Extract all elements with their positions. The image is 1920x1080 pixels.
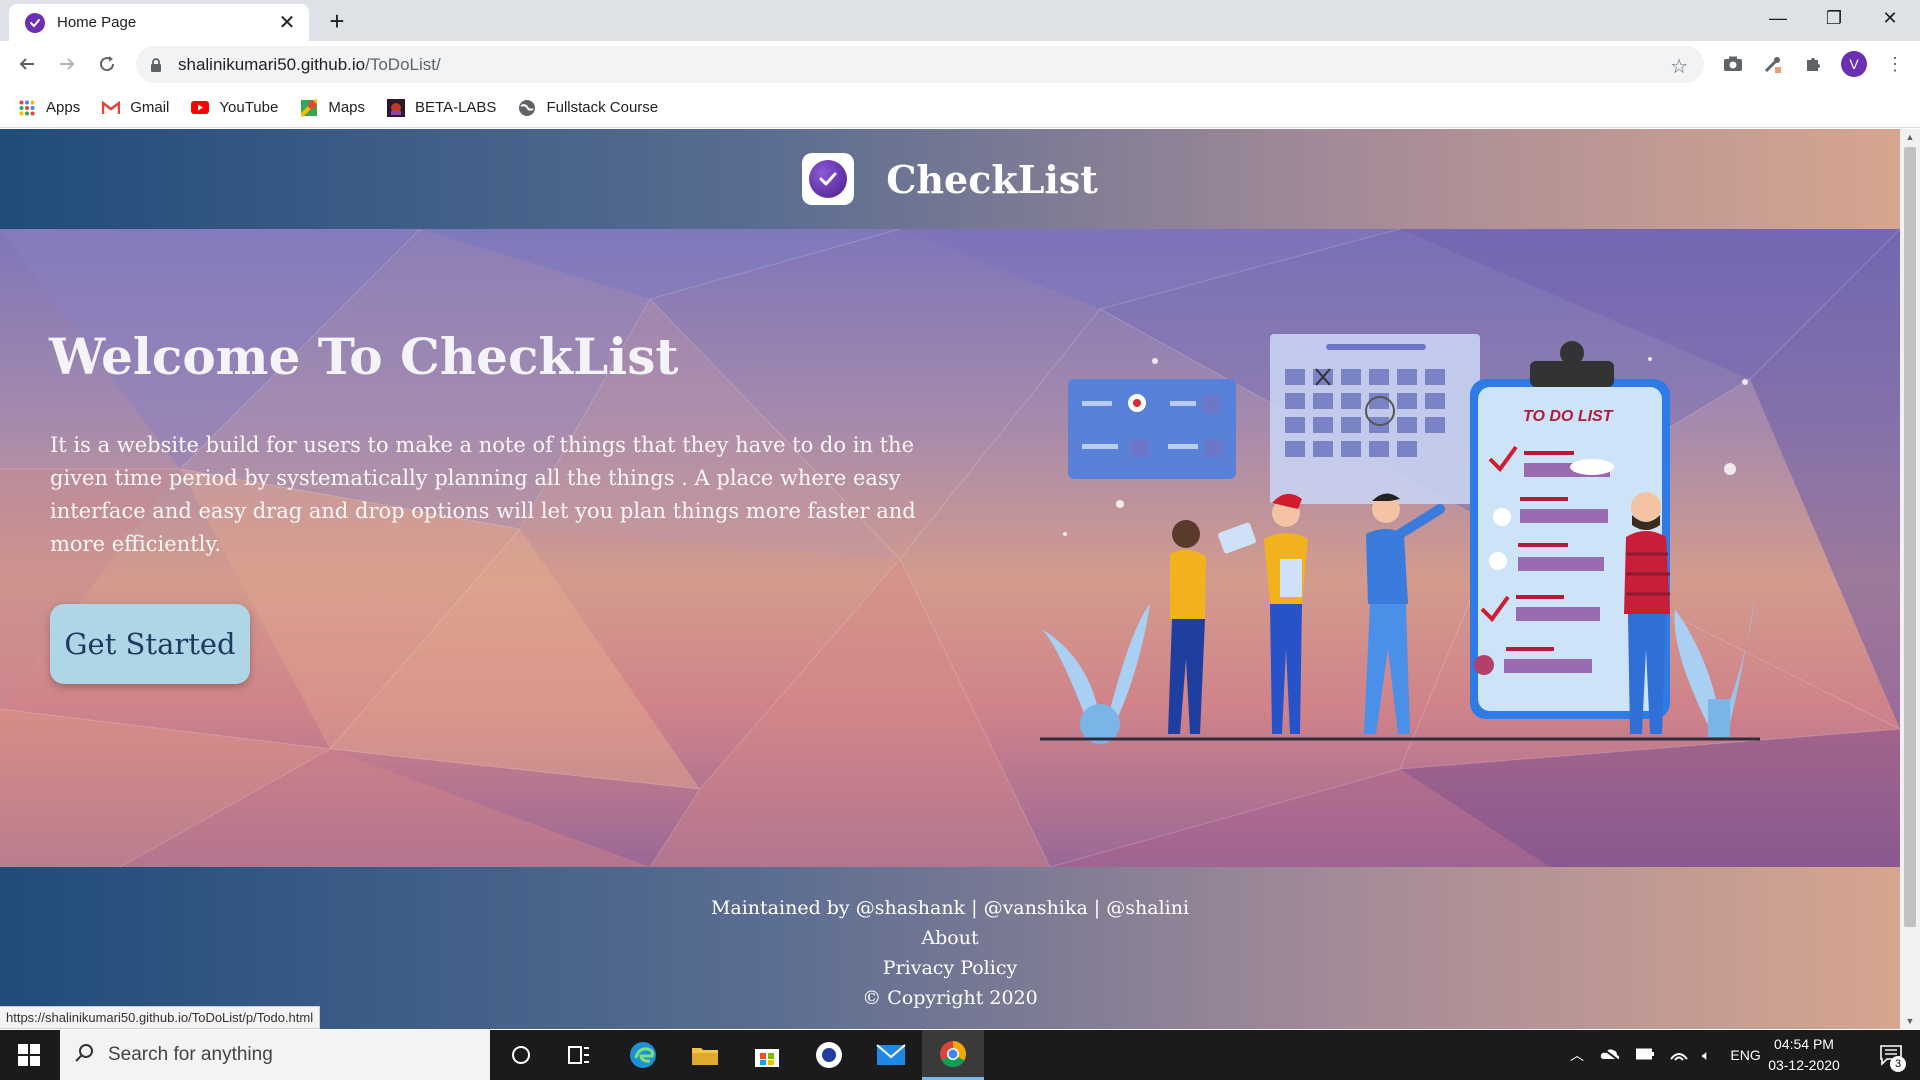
- windows-taskbar: Search for anything ︿ 🔈︎ ENG 04:54 PM 03…: [0, 1030, 1920, 1080]
- svg-text:TO DO LIST: TO DO LIST: [1523, 408, 1614, 425]
- file-explorer-icon[interactable]: [674, 1030, 736, 1080]
- extensions-puzzle-icon[interactable]: [1802, 53, 1824, 75]
- clock-time: 04:54 PM: [1774, 1036, 1834, 1052]
- task-view-icon[interactable]: [548, 1030, 610, 1080]
- system-tray: ︿ 🔈︎ ENG: [1570, 1030, 1761, 1080]
- scroll-up-arrow-icon[interactable]: ▲: [1900, 129, 1920, 145]
- hero-section: Welcome To CheckList It is a website bui…: [0, 229, 1900, 867]
- scroll-down-arrow-icon[interactable]: ▼: [1900, 1013, 1920, 1029]
- bookmark-beta-labs[interactable]: BETA-LABS: [387, 98, 496, 117]
- address-bar[interactable]: shalinikumari50.github.io/ToDoList/ ☆: [136, 46, 1704, 83]
- search-placeholder: Search for anything: [108, 1044, 273, 1065]
- bookmark-youtube[interactable]: YouTube: [191, 99, 278, 117]
- checklist-favicon-icon: [25, 12, 45, 33]
- mail-icon[interactable]: [860, 1030, 922, 1080]
- profile-avatar[interactable]: V: [1841, 51, 1867, 77]
- clock-date: 03-12-2020: [1768, 1057, 1840, 1073]
- back-arrow-icon[interactable]: [12, 49, 42, 79]
- bookmark-gmail[interactable]: Gmail: [102, 99, 169, 117]
- lock-icon: [150, 57, 162, 72]
- camera-icon[interactable]: [1722, 53, 1744, 75]
- restore-button[interactable]: ❐: [1806, 0, 1862, 36]
- hero-heading: Welcome To CheckList: [49, 327, 679, 386]
- browser-toolbar: shalinikumari50.github.io/ToDoList/ ☆ ⋮: [0, 41, 1920, 88]
- bookmark-star-icon[interactable]: ☆: [1670, 54, 1688, 79]
- close-tab-icon[interactable]: ✕: [277, 13, 297, 33]
- site-header: CheckList: [0, 129, 1900, 229]
- globe-icon: [518, 99, 536, 117]
- todo-list-illustration: TO DO LIST: [1040, 334, 1760, 744]
- language-indicator[interactable]: ENG: [1730, 1047, 1760, 1063]
- taskbar-search-box[interactable]: Search for anything: [60, 1030, 490, 1080]
- page-scrollbar[interactable]: ▲ ▼: [1900, 129, 1920, 1029]
- app-circle-icon[interactable]: [798, 1030, 860, 1080]
- url-text: shalinikumari50.github.io/ToDoList/: [178, 54, 441, 74]
- bookmarks-bar: Apps Gmail YouTube Maps BETA-LABS Fullst…: [0, 88, 1920, 128]
- privacy-policy-link[interactable]: Privacy Policy: [0, 957, 1900, 979]
- hero-description: It is a website build for users to make …: [50, 433, 916, 556]
- cloud-offline-icon[interactable]: [1600, 1046, 1620, 1064]
- minimize-button[interactable]: —: [1750, 0, 1806, 36]
- browser-tab-bar: Home Page ✕ + — ❐ ✕: [0, 0, 1920, 41]
- bookmark-maps[interactable]: Maps: [300, 98, 365, 117]
- maintainers-text: Maintained by @shashank | @vanshika | @s…: [710, 897, 1190, 919]
- about-link[interactable]: About: [0, 927, 1900, 949]
- new-tab-button[interactable]: +: [322, 6, 352, 36]
- youtube-icon: [191, 99, 210, 117]
- windows-start-icon[interactable]: [0, 1030, 58, 1080]
- maps-icon: [300, 98, 318, 117]
- scrollbar-thumb[interactable]: [1904, 147, 1916, 927]
- notification-count-badge: 3: [1890, 1056, 1906, 1072]
- get-started-button[interactable]: Get Started: [50, 604, 250, 684]
- reload-icon[interactable]: [92, 49, 122, 79]
- cortana-circle-icon[interactable]: [490, 1030, 552, 1080]
- browser-tab[interactable]: Home Page ✕: [9, 4, 309, 41]
- checklist-logo-icon[interactable]: [802, 153, 855, 205]
- bookmark-apps[interactable]: Apps: [18, 99, 80, 117]
- wifi-icon[interactable]: [1670, 1046, 1688, 1065]
- bookmark-fullstack-course[interactable]: Fullstack Course: [518, 99, 658, 117]
- show-hidden-icons-chevron-icon[interactable]: ︿: [1570, 1045, 1584, 1065]
- page-viewport: CheckList Welcome To CheckList It is a w…: [0, 129, 1900, 1029]
- close-window-button[interactable]: ✕: [1862, 0, 1918, 36]
- apps-grid-icon: [18, 99, 36, 117]
- gmail-icon: [102, 99, 121, 117]
- beta-labs-icon: [387, 98, 406, 117]
- search-icon: [74, 1043, 94, 1068]
- tab-title: Home Page: [57, 14, 137, 31]
- chrome-menu-icon[interactable]: ⋮: [1884, 53, 1906, 75]
- eyedropper-extension-icon[interactable]: [1762, 53, 1784, 75]
- volume-icon[interactable]: 🔈︎: [1702, 1047, 1710, 1064]
- notification-center-icon[interactable]: 3: [1866, 1030, 1916, 1080]
- battery-icon[interactable]: [1636, 1047, 1654, 1063]
- forward-arrow-icon[interactable]: [52, 49, 82, 79]
- link-hover-status: https://shalinikumari50.github.io/ToDoLi…: [0, 1006, 321, 1029]
- chrome-taskbar-icon[interactable]: [922, 1030, 984, 1080]
- site-footer: Maintained by @shashank | @vanshika | @s…: [0, 867, 1900, 1029]
- microsoft-store-icon[interactable]: [736, 1030, 798, 1080]
- site-title[interactable]: CheckList: [886, 157, 1098, 202]
- edge-browser-icon[interactable]: [612, 1030, 674, 1080]
- clock[interactable]: 04:54 PM 03-12-2020: [1762, 1034, 1846, 1076]
